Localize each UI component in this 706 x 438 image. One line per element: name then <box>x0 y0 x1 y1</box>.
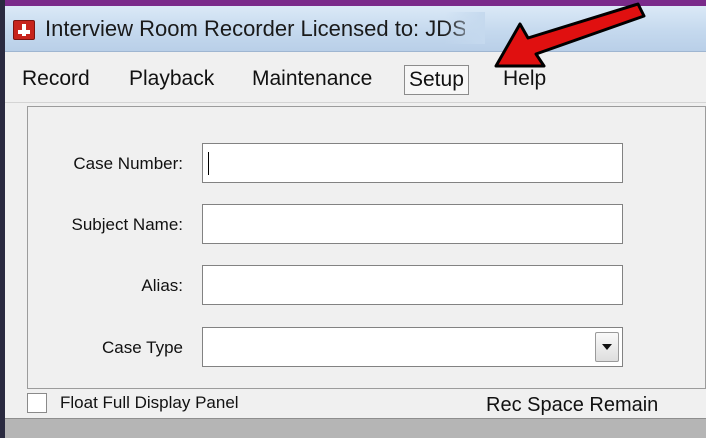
menu-record[interactable]: Record <box>18 65 94 95</box>
rec-space-remaining-label: Rec Space Remain <box>486 394 659 416</box>
menu-maintenance[interactable]: Maintenance <box>248 65 376 95</box>
window-title: Interview Room Recorder Licensed to: JDS… <box>45 16 465 41</box>
float-panel-checkbox[interactable] <box>27 393 47 413</box>
alias-label: Alias: <box>141 276 183 295</box>
subject-name-label: Subject Name: <box>71 215 184 234</box>
menu-playback[interactable]: Playback <box>125 65 218 95</box>
subject-name-field[interactable] <box>202 204 623 244</box>
case-number-field[interactable] <box>202 143 623 183</box>
app-icon[interactable] <box>13 20 35 40</box>
float-panel-label: Float Full Display Panel <box>60 393 239 412</box>
menu-setup[interactable]: Setup <box>404 65 469 95</box>
chevron-down-icon[interactable] <box>595 332 619 362</box>
red-arrow-icon <box>494 2 646 68</box>
alias-field[interactable] <box>202 265 623 305</box>
case-number-label: Case Number: <box>73 154 183 173</box>
title-fade <box>445 12 485 44</box>
case-type-label: Case Type <box>102 338 183 357</box>
text-caret <box>208 152 209 175</box>
status-bar <box>5 418 706 438</box>
case-type-select[interactable] <box>202 327 623 367</box>
